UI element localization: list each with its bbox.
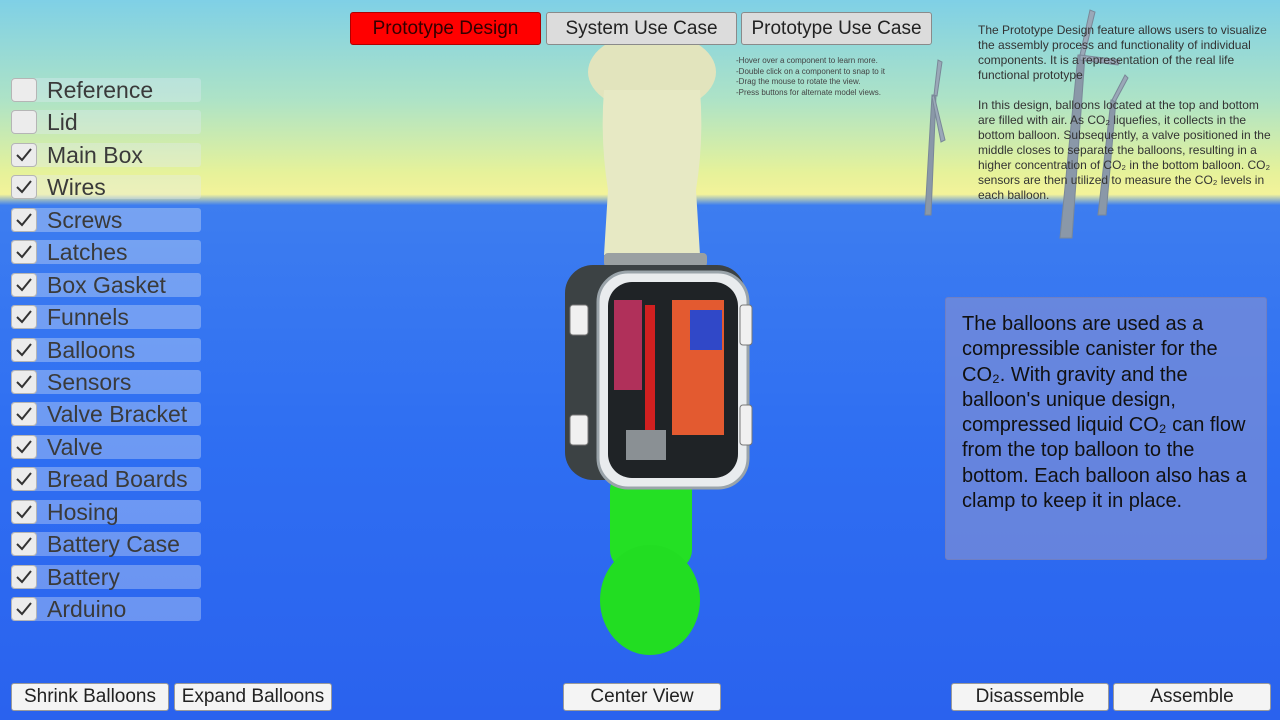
bottom-balloon[interactable] (600, 470, 700, 655)
component-info-panel: The balloons are used as a compressible … (945, 297, 1267, 560)
component-checklist: Reference Lid Main Box Wires Screws Latc… (11, 78, 201, 629)
toggle-balloons[interactable]: Balloons (11, 336, 201, 363)
toggle-lid[interactable]: Lid (11, 109, 201, 136)
toggle-label: Reference (47, 77, 154, 103)
toggle-hosing[interactable]: Hosing (11, 498, 201, 525)
checkmark-icon (16, 277, 32, 292)
tab-prototype-use-case[interactable]: Prototype Use Case (741, 12, 932, 45)
toggle-label: Battery Case (47, 531, 180, 558)
toggle-valve-bracket[interactable]: Valve Bracket (11, 401, 201, 428)
toggle-sensors[interactable]: Sensors (11, 368, 201, 395)
toggle-label: Balloons (47, 336, 136, 363)
toggle-reference[interactable]: Reference (11, 78, 201, 102)
checkmark-icon (16, 505, 32, 519)
toggle-arduino[interactable]: Arduino (11, 597, 201, 621)
checkbox-icon[interactable] (11, 272, 37, 297)
tab-system-use-case[interactable]: System Use Case (546, 12, 737, 45)
checkmark-icon (16, 440, 32, 454)
checkbox-icon[interactable] (11, 467, 37, 492)
toggle-label: Box Gasket (47, 271, 166, 298)
toggle-main-box[interactable]: Main Box (11, 141, 201, 168)
toggle-label: Valve (47, 433, 103, 460)
toggle-battery-case[interactable]: Battery Case (11, 531, 201, 558)
toggle-label: Lid (47, 109, 78, 136)
toggle-bread-boards[interactable]: Bread Boards (11, 466, 201, 493)
checkmark-icon (16, 375, 32, 389)
checkmark-icon (16, 472, 32, 486)
toggle-label: Arduino (47, 596, 127, 622)
toggle-label: Funnels (47, 304, 129, 331)
toggle-label: Bread Boards (47, 466, 188, 493)
checkmark-icon (16, 180, 32, 194)
center-view-button[interactable]: Center View (563, 683, 721, 711)
toggle-valve[interactable]: Valve (11, 433, 201, 460)
toggle-latches[interactable]: Latches (11, 239, 201, 266)
description-paragraph-1: The Prototype Design feature allows user… (978, 23, 1267, 82)
toggle-label: Sensors (47, 368, 132, 395)
toggle-box-gasket[interactable]: Box Gasket (11, 271, 201, 298)
toggle-wires[interactable]: Wires (11, 174, 201, 201)
checkbox-icon[interactable] (11, 499, 37, 524)
toggle-label: Battery (47, 563, 120, 590)
checkbox-icon[interactable] (11, 402, 37, 427)
checkbox-icon[interactable] (11, 142, 37, 167)
description-paragraph-2: In this design, balloons located at the … (978, 98, 1271, 202)
assemble-button[interactable]: Assemble (1113, 683, 1271, 711)
checkbox-icon[interactable] (11, 175, 37, 200)
shrink-balloons-button[interactable]: Shrink Balloons (11, 683, 169, 711)
checkbox-icon[interactable] (11, 110, 37, 135)
toggle-label: Wires (47, 174, 106, 201)
toggle-label: Latches (47, 239, 128, 266)
disassemble-button[interactable]: Disassemble (951, 683, 1109, 711)
checkbox-icon[interactable] (11, 305, 37, 330)
tab-prototype-design[interactable]: Prototype Design (350, 12, 541, 45)
checkmark-icon (16, 407, 32, 421)
checkmark-icon (16, 310, 32, 324)
checkmark-icon (16, 342, 32, 356)
checkmark-icon (16, 537, 32, 551)
checkbox-icon[interactable] (11, 434, 37, 459)
checkbox-icon[interactable] (11, 564, 37, 589)
checkbox-icon[interactable] (11, 240, 37, 265)
checkbox-icon[interactable] (11, 337, 37, 362)
checkmark-icon (16, 213, 32, 227)
checkmark-icon (16, 245, 32, 259)
checkmark-icon (16, 569, 32, 584)
toggle-label: Main Box (47, 141, 143, 168)
checkbox-icon[interactable] (11, 369, 37, 394)
feature-description: The Prototype Design feature allows user… (978, 23, 1278, 218)
main-box[interactable] (565, 265, 753, 490)
toggle-screws[interactable]: Screws (11, 206, 201, 233)
expand-balloons-button[interactable]: Expand Balloons (174, 683, 332, 711)
toggle-funnels[interactable]: Funnels (11, 304, 201, 331)
checkmark-icon (16, 602, 32, 616)
toggle-label: Hosing (47, 498, 119, 525)
checkbox-icon[interactable] (11, 78, 37, 102)
usage-hints: -Hover over a component to learn more. -… (736, 56, 885, 97)
toggle-label: Valve Bracket (47, 401, 188, 428)
checkbox-icon[interactable] (11, 597, 37, 621)
checkbox-icon[interactable] (11, 207, 37, 232)
toggle-battery[interactable]: Battery (11, 563, 201, 590)
top-balloon[interactable] (588, 32, 716, 267)
checkmark-icon (16, 148, 32, 162)
checkbox-icon[interactable] (11, 532, 37, 557)
toggle-label: Screws (47, 206, 123, 233)
